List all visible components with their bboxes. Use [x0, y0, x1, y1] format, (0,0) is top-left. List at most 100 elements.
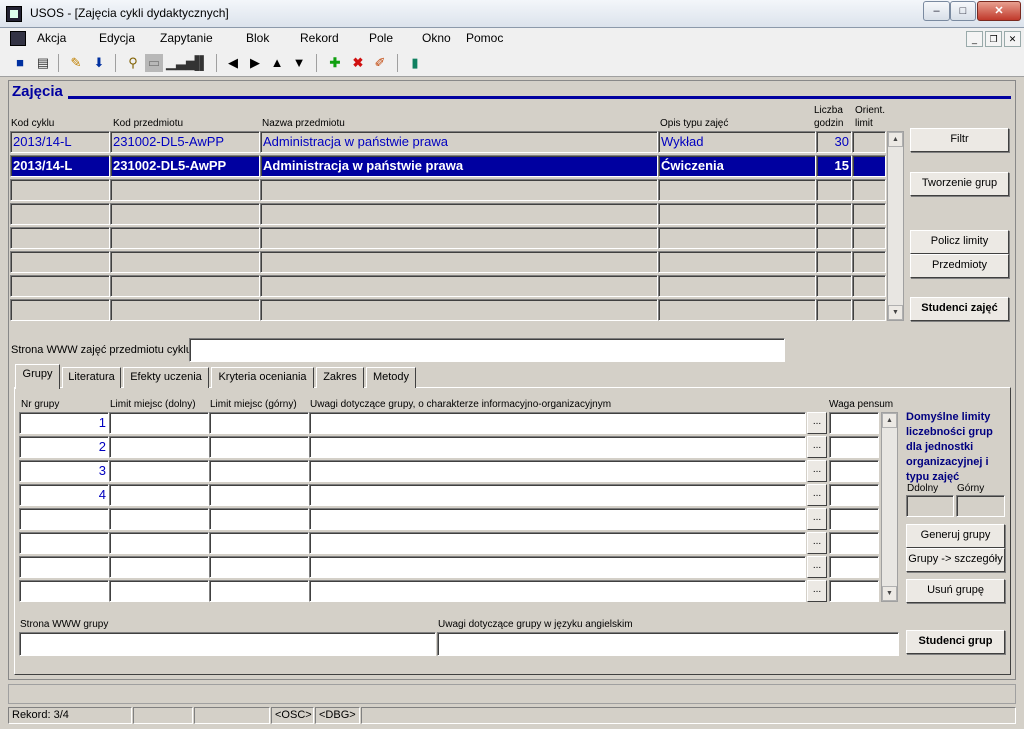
group-nr-cell[interactable]: [19, 556, 109, 578]
minimize-button[interactable]: ‒: [923, 1, 950, 21]
empty-record-cell[interactable]: [852, 227, 886, 249]
empty-record-cell[interactable]: [110, 251, 260, 273]
delete-record-icon[interactable]: ✖: [349, 54, 367, 72]
empty-record-cell[interactable]: [10, 179, 110, 201]
group-cell[interactable]: [309, 508, 806, 530]
group-notes-expand-button[interactable]: ...: [807, 532, 827, 554]
print-icon[interactable]: ▤: [34, 54, 52, 72]
empty-record-cell[interactable]: [816, 299, 852, 321]
groups-scrollbar[interactable]: ▲ ▼: [881, 412, 898, 602]
empty-record-cell[interactable]: [816, 275, 852, 297]
group-cell[interactable]: [209, 580, 309, 602]
insert-record-icon[interactable]: ✚: [326, 54, 344, 72]
tab-zakres[interactable]: Zakres: [316, 367, 364, 388]
group-cell[interactable]: [209, 412, 309, 434]
group-cell[interactable]: [309, 460, 806, 482]
group-cell[interactable]: [209, 484, 309, 506]
group-cell[interactable]: [309, 580, 806, 602]
mdi-restore-button[interactable]: ❐: [985, 31, 1002, 47]
group-nr-cell[interactable]: 4: [19, 484, 109, 506]
studenci-zajec-button[interactable]: Studenci zajęć: [910, 297, 1009, 321]
www-grupy-field[interactable]: [19, 632, 436, 656]
mdi-close-button[interactable]: ✕: [1004, 31, 1021, 47]
group-cell[interactable]: [309, 412, 806, 434]
exit-icon[interactable]: ▮: [406, 54, 424, 72]
menu-akcja[interactable]: Akcja: [37, 31, 66, 45]
empty-record-cell[interactable]: [816, 227, 852, 249]
save-icon[interactable]: ■: [11, 54, 29, 72]
menu-zapytanie[interactable]: Zapytanie: [160, 31, 213, 45]
empty-record-cell[interactable]: [658, 179, 816, 201]
www-field[interactable]: [189, 338, 785, 362]
group-cell[interactable]: [309, 556, 806, 578]
empty-record-cell[interactable]: [110, 275, 260, 297]
generuj-grupy-button[interactable]: Generuj grupy: [906, 524, 1005, 548]
tworzenie-grup-button[interactable]: Tworzenie grup: [910, 172, 1009, 196]
empty-record-cell[interactable]: [658, 275, 816, 297]
chart-bars-icon[interactable]: ▐▌: [190, 54, 208, 72]
empty-record-cell[interactable]: [658, 299, 816, 321]
menu-pole[interactable]: Pole: [369, 31, 393, 45]
empty-record-cell[interactable]: [852, 179, 886, 201]
empty-record-cell[interactable]: [10, 275, 110, 297]
records-scrollbar[interactable]: ▲ ▼: [887, 131, 904, 321]
cell-opis-typu[interactable]: Ćwiczenia: [658, 155, 816, 177]
group-cell[interactable]: [209, 556, 309, 578]
empty-record-cell[interactable]: [110, 299, 260, 321]
maximize-button[interactable]: □: [950, 1, 976, 21]
empty-record-cell[interactable]: [658, 227, 816, 249]
group-waga-cell[interactable]: [829, 556, 879, 578]
cell-nazwa[interactable]: Administracja w państwie prawa: [260, 155, 658, 177]
group-cell[interactable]: [109, 532, 209, 554]
group-waga-cell[interactable]: [829, 484, 879, 506]
group-nr-cell[interactable]: 3: [19, 460, 109, 482]
group-cell[interactable]: [209, 532, 309, 554]
scroll-down-icon[interactable]: ▼: [882, 586, 897, 601]
empty-record-cell[interactable]: [260, 299, 658, 321]
empty-record-cell[interactable]: [852, 275, 886, 297]
cell-kod-cyklu[interactable]: 2013/14-L: [10, 155, 110, 177]
group-nr-cell[interactable]: [19, 508, 109, 530]
empty-record-cell[interactable]: [110, 203, 260, 225]
group-cell[interactable]: [209, 460, 309, 482]
empty-record-cell[interactable]: [260, 251, 658, 273]
menu-edycja[interactable]: Edycja: [99, 31, 135, 45]
group-nr-cell[interactable]: 2: [19, 436, 109, 458]
empty-record-cell[interactable]: [260, 275, 658, 297]
up-icon[interactable]: ▲: [268, 54, 286, 72]
group-cell[interactable]: [109, 484, 209, 506]
przedmioty-button[interactable]: Przedmioty: [910, 254, 1009, 278]
empty-record-cell[interactable]: [10, 299, 110, 321]
tab-metody[interactable]: Metody: [366, 367, 416, 388]
mdi-minimize-button[interactable]: _: [966, 31, 983, 47]
group-nr-cell[interactable]: [19, 532, 109, 554]
cell-kod-przedmiotu[interactable]: 231002-DL5-AwPP: [110, 155, 260, 177]
cell-liczba-godzin[interactable]: 15: [816, 155, 852, 177]
cell-liczba-godzin[interactable]: 30: [816, 131, 852, 153]
query-execute-icon[interactable]: ▭: [145, 54, 163, 72]
group-waga-cell[interactable]: [829, 508, 879, 530]
empty-record-cell[interactable]: [110, 227, 260, 249]
group-cell[interactable]: [309, 484, 806, 506]
uwagi-en-field[interactable]: [437, 632, 899, 656]
grupy-szczegoly-button[interactable]: Grupy -> szczegóły: [906, 548, 1005, 572]
studenci-grup-button[interactable]: Studenci grup: [906, 630, 1005, 654]
filtr-button[interactable]: Filtr: [910, 128, 1009, 152]
group-notes-expand-button[interactable]: ...: [807, 460, 827, 482]
empty-record-cell[interactable]: [852, 299, 886, 321]
empty-record-cell[interactable]: [10, 227, 110, 249]
group-notes-expand-button[interactable]: ...: [807, 580, 827, 602]
group-notes-expand-button[interactable]: ...: [807, 484, 827, 506]
empty-record-cell[interactable]: [852, 203, 886, 225]
next-icon[interactable]: ▶: [246, 54, 264, 72]
group-cell[interactable]: [209, 436, 309, 458]
group-waga-cell[interactable]: [829, 436, 879, 458]
empty-record-cell[interactable]: [658, 203, 816, 225]
group-notes-expand-button[interactable]: ...: [807, 508, 827, 530]
menu-pomoc[interactable]: Pomoc: [466, 31, 503, 45]
group-notes-expand-button[interactable]: ...: [807, 412, 827, 434]
edit-icon[interactable]: ✎: [67, 54, 85, 72]
group-cell[interactable]: [109, 556, 209, 578]
clear-icon[interactable]: ✐: [371, 54, 389, 72]
scroll-down-icon[interactable]: ▼: [888, 305, 903, 320]
